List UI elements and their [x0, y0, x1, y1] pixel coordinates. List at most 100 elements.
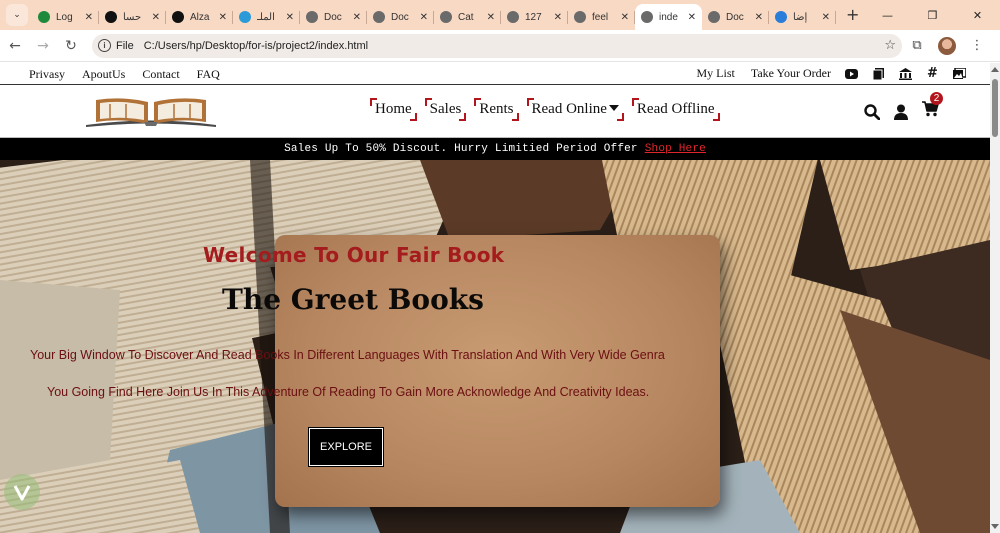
close-window-button[interactable]: ✕ [955, 0, 1000, 30]
tab-title: 127 [525, 11, 542, 23]
cart-button[interactable]: 2 [922, 92, 943, 122]
library-icon[interactable] [899, 67, 912, 80]
tab-title: الملـ [257, 11, 275, 23]
top-link-contact[interactable]: Contact [142, 67, 179, 82]
browser-tab[interactable]: Doc ✕ [300, 4, 367, 30]
back-button[interactable]: ← [2, 33, 28, 59]
scroll-thumb[interactable] [992, 79, 998, 137]
profile-avatar[interactable] [938, 36, 956, 55]
url-text[interactable]: C:/Users/hp/Desktop/for-is/project2/inde… [144, 40, 885, 52]
forward-button[interactable]: → [30, 33, 56, 59]
youtube-icon[interactable] [845, 67, 858, 80]
main-navigation: Home Sales Rents Read Online Read Offlin… [0, 86, 990, 138]
caret-down-icon [608, 105, 619, 111]
menu-home[interactable]: Home [370, 98, 417, 121]
browser-tab[interactable]: Log ✕ [32, 4, 99, 30]
close-icon: ✕ [972, 8, 983, 22]
browser-tab[interactable]: feel ✕ [568, 4, 635, 30]
hero-description-2: You Going Find Here Join Us In This Adve… [47, 385, 650, 399]
info-icon[interactable]: i [98, 39, 111, 52]
browser-tab[interactable]: inde ✕ [635, 4, 702, 30]
browser-tab-strip: ⌄ Log ✕ حسا ✕ Alza ✕ الملـ ✕ Doc ✕ Doc ✕ Cat ✕ 127 ✕ fee… [0, 0, 1000, 30]
tab-close-icon[interactable]: ✕ [85, 12, 93, 23]
tab-close-icon[interactable]: ✕ [621, 12, 629, 23]
tab-title: Doc [726, 11, 744, 23]
tab-close-icon[interactable]: ✕ [420, 12, 428, 23]
tab-search-button[interactable]: ⌄ [6, 4, 28, 26]
tab-close-icon[interactable]: ✕ [688, 12, 696, 23]
hero-card [275, 235, 720, 507]
maximize-button[interactable]: ❐ [910, 0, 955, 30]
tab-favicon-icon [507, 11, 519, 23]
primary-menu: Home Sales Rents Read Online Read Offlin… [370, 98, 720, 121]
promo-banner: Sales Up To 50% Discout. Hurry Limitied … [0, 138, 990, 160]
tab-close-icon[interactable]: ✕ [822, 12, 830, 23]
menu-rents[interactable]: Rents [474, 98, 519, 121]
scroll-down-icon[interactable] [991, 524, 999, 529]
scroll-up-icon[interactable] [991, 67, 999, 72]
menu-read-online[interactable]: Read Online [526, 98, 625, 121]
top-link-privacy[interactable]: Privasy [29, 67, 65, 82]
browser-tab[interactable]: Alza ✕ [166, 4, 233, 30]
more-menu-icon[interactable]: ⋮ [962, 38, 992, 53]
top-link-take-order[interactable]: Take Your Order [751, 66, 831, 81]
menu-read-offline-label: Read Offline [636, 101, 715, 117]
browser-tab[interactable]: الملـ ✕ [233, 4, 300, 30]
gallery-icon[interactable] [953, 67, 966, 80]
top-link-faq[interactable]: FAQ [197, 67, 220, 82]
restore-icon: ❐ [927, 8, 938, 22]
address-bar[interactable]: i File C:/Users/hp/Desktop/for-is/projec… [92, 33, 902, 58]
browser-tab[interactable]: حسا ✕ [99, 4, 166, 30]
tab-favicon-icon [38, 11, 50, 23]
browser-tab[interactable]: Doc ✕ [702, 4, 769, 30]
minimize-button[interactable]: — [865, 0, 910, 30]
cart-count-badge: 2 [930, 92, 943, 105]
tab-title: Doc [391, 11, 409, 23]
user-icon[interactable] [894, 104, 908, 120]
menu-home-label: Home [375, 101, 412, 117]
hero-subtitle: Welcome To Our Fair Book [203, 243, 505, 267]
tab-close-icon[interactable]: ✕ [755, 12, 763, 23]
shop-here-link[interactable]: Shop Here [645, 143, 706, 155]
extensions-icon[interactable]: ⧉ [902, 38, 932, 53]
tab-close-icon[interactable]: ✕ [286, 12, 294, 23]
tab-favicon-icon [641, 11, 653, 23]
tab-favicon-icon [440, 11, 452, 23]
tab-favicon-icon [172, 11, 184, 23]
tab-favicon-icon [105, 11, 117, 23]
menu-read-online-label: Read Online [531, 101, 607, 117]
tab-title: Log [56, 11, 73, 23]
bookmark-star-icon[interactable]: ☆ [884, 38, 896, 53]
book-logo[interactable] [82, 92, 220, 132]
hashtag-icon[interactable]: # [926, 66, 939, 81]
menu-read-offline[interactable]: Read Offline [631, 98, 720, 121]
tab-close-icon[interactable]: ✕ [554, 12, 562, 23]
page-scrollbar[interactable] [990, 63, 1000, 533]
reload-button[interactable]: ↻ [58, 33, 84, 59]
tab-close-icon[interactable]: ✕ [152, 12, 160, 23]
browser-tab[interactable]: Doc ✕ [367, 4, 434, 30]
reload-icon: ↻ [65, 37, 77, 54]
tab-close-icon[interactable]: ✕ [353, 12, 361, 23]
search-icon[interactable] [864, 103, 880, 120]
menu-sales[interactable]: Sales [424, 98, 467, 121]
tab-favicon-icon [239, 11, 251, 23]
top-link-about[interactable]: ApoutUs [82, 67, 125, 82]
tab-close-icon[interactable]: ✕ [219, 12, 227, 23]
hero-section: Welcome To Our Fair Book The Greet Books… [0, 160, 990, 533]
tab-favicon-icon [373, 11, 385, 23]
tab-title: Doc [324, 11, 342, 23]
tab-favicon-icon [708, 11, 720, 23]
books-icon[interactable] [872, 67, 885, 80]
browser-tab[interactable]: Cat ✕ [434, 4, 501, 30]
new-tab-button[interactable]: + [846, 5, 859, 24]
tab-close-icon[interactable]: ✕ [487, 12, 495, 23]
watermark-logo [4, 474, 40, 510]
browser-tab[interactable]: إضا ✕ [769, 4, 836, 30]
browser-tab[interactable]: 127 ✕ [501, 4, 568, 30]
nav-action-icons: 2 [864, 92, 943, 122]
explore-button[interactable]: EXPLORE [308, 427, 384, 467]
tab-title: حسا [123, 11, 142, 23]
tab-title: Cat [458, 11, 474, 23]
top-link-my-list[interactable]: My List [697, 66, 735, 81]
